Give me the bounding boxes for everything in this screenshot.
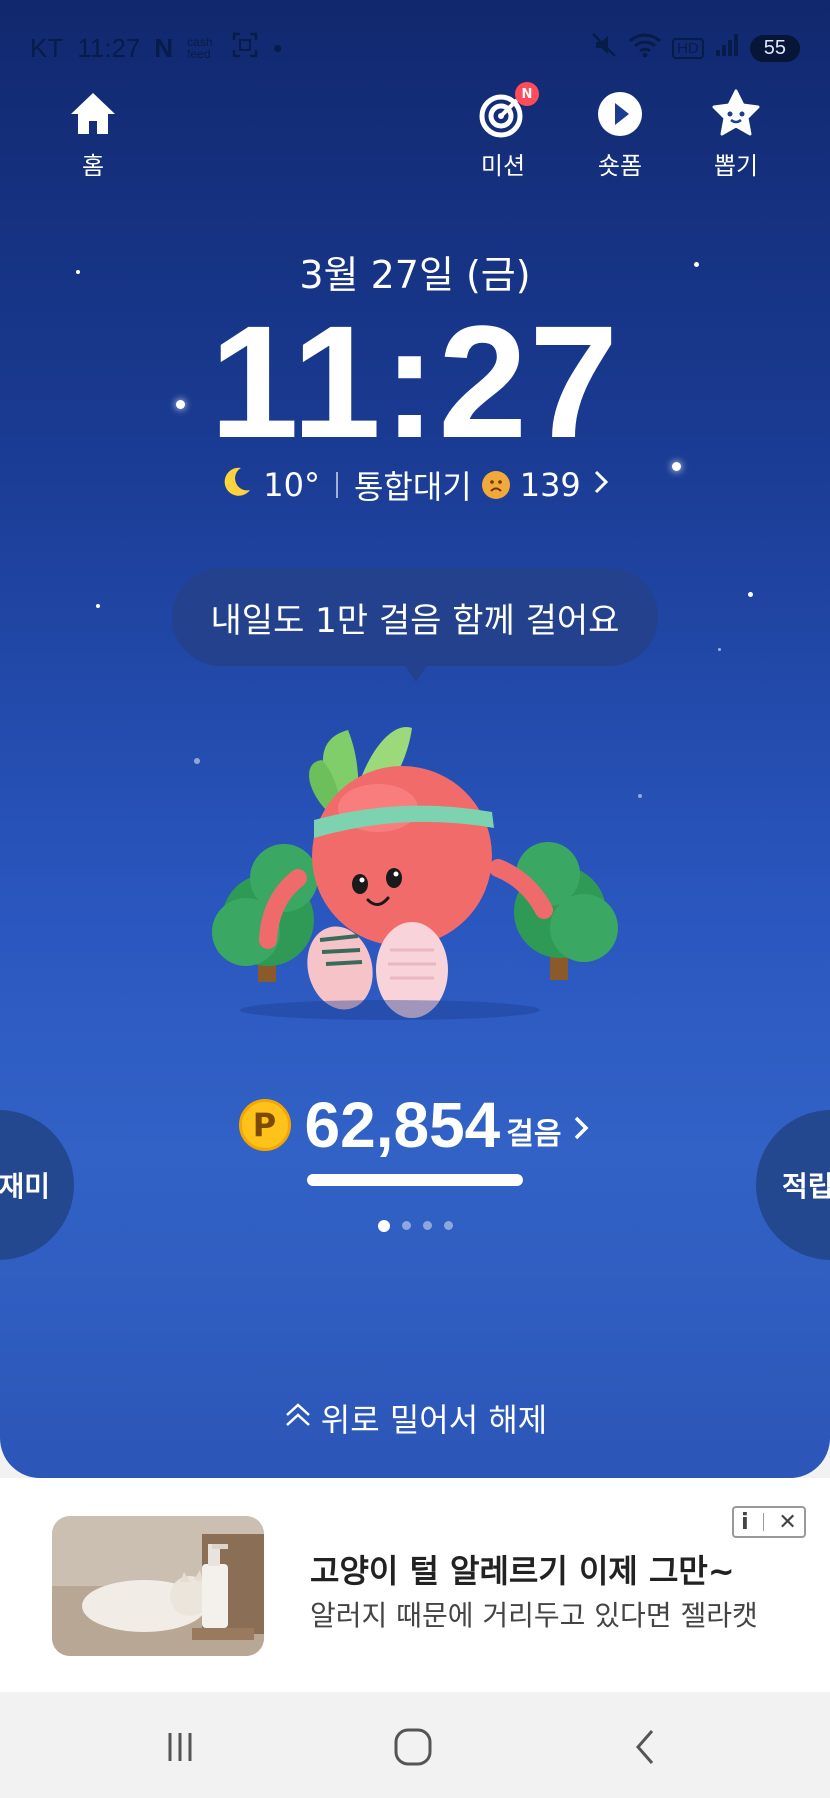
star-decoration: [96, 604, 100, 608]
hd-icon: HD: [672, 37, 704, 59]
temperature: 10°: [263, 466, 320, 504]
steps-counter[interactable]: P 62,854 걸음: [0, 1088, 830, 1162]
nav-home[interactable]: 홈: [48, 88, 138, 181]
page-indicator: [0, 1220, 830, 1232]
radish-character-illustration[interactable]: [210, 700, 620, 1060]
star-decoration: [194, 758, 200, 764]
divider: [763, 1513, 765, 1531]
weather-row[interactable]: 10° 통합대기 139: [0, 462, 830, 508]
page-dot: [401, 1221, 411, 1230]
notification-dot: •: [273, 32, 283, 63]
target-icon: N: [477, 82, 539, 140]
star-decoration: [638, 794, 642, 798]
lockscreen: KT 11:27 N cash feed • HD 55 홈 N 미션 숏폼 뽑…: [0, 0, 830, 1478]
nav-draw-label: 뽑기: [713, 152, 759, 180]
steps-count: 62,854: [304, 1089, 501, 1161]
steps-unit: 걸음: [506, 1117, 562, 1152]
lockscreen-clock: 11:27: [209, 292, 621, 471]
side-button-earn-label: 적립: [782, 1170, 830, 1203]
double-chevron-up-icon: [283, 1399, 313, 1437]
air-quality-label: 통합대기: [353, 468, 472, 506]
ad-image[interactable]: [52, 1516, 264, 1656]
chevron-right-icon: [591, 466, 611, 504]
play-icon: [594, 88, 646, 140]
ad-banner[interactable]: 고양이 털 알레르기 이제 그만~ 알러지 때문에 거리두고 있다면 젤라캣 i…: [0, 1478, 830, 1692]
nav-mission-label: 미션: [480, 152, 526, 180]
recent-apps-icon: [168, 1733, 192, 1761]
steps-progress-bar: [307, 1174, 523, 1186]
speech-bubble: 내일도 1만 걸음 함께 걸어요: [172, 568, 658, 682]
unlock-text: 위로 밀어서 해제: [320, 1401, 548, 1439]
nav-draw[interactable]: 뽑기: [691, 88, 781, 181]
status-bar: KT 11:27 N cash feed • HD 55: [30, 28, 800, 68]
ad-close-button[interactable]: ✕: [778, 1510, 796, 1535]
status-time: 11:27: [77, 32, 141, 63]
system-navigation-bar: [0, 1692, 830, 1798]
nav-shortform-label: 숏폼: [597, 152, 643, 180]
ad-title[interactable]: 고양이 털 알레르기 이제 그만~: [310, 1546, 735, 1592]
sad-face-icon: [481, 471, 510, 499]
battery-indicator: 55: [749, 34, 800, 62]
back-icon: [636, 1730, 654, 1764]
back-button[interactable]: [616, 1722, 676, 1772]
mute-icon: [590, 31, 618, 66]
top-nav: 홈 N 미션 숏폼 뽑기: [0, 82, 830, 188]
page-dot: [422, 1221, 432, 1230]
nav-mission[interactable]: N 미션: [458, 82, 548, 181]
ad-info-button[interactable]: i: [741, 1510, 749, 1535]
screenshot-icon: [231, 31, 259, 66]
divider: [335, 472, 338, 498]
home-button[interactable]: [383, 1722, 443, 1772]
page-dot: [377, 1220, 390, 1232]
chevron-right-icon: [571, 1113, 591, 1147]
signal-icon: [714, 32, 740, 65]
nav-shortform[interactable]: 숏폼: [575, 88, 665, 181]
netflix-icon: N: [154, 32, 174, 63]
page-dot: [443, 1221, 453, 1230]
star-decoration: [748, 592, 753, 597]
carrier-label: KT: [30, 32, 64, 63]
wifi-icon: [628, 31, 662, 66]
air-quality-value: 139: [519, 466, 581, 504]
home-icon: [67, 88, 119, 140]
point-coin-icon: P: [238, 1099, 291, 1151]
home-circle-icon: [394, 1728, 432, 1766]
steps-progress-fill: [307, 1174, 523, 1186]
swipe-to-unlock[interactable]: 위로 밀어서 해제: [0, 1395, 830, 1441]
moon-icon: [219, 464, 253, 506]
side-button-fun-label: 재미: [0, 1170, 50, 1203]
nav-home-label: 홈: [81, 152, 105, 180]
recent-apps-button[interactable]: [150, 1722, 210, 1772]
ad-description[interactable]: 알러지 때문에 거리두고 있다면 젤라캣: [310, 1594, 758, 1634]
star-face-icon: [710, 88, 762, 140]
mission-badge: N: [515, 82, 539, 106]
cashfeed-icon: cash feed: [187, 35, 213, 61]
star-decoration: [718, 648, 721, 651]
ad-controls: i ✕: [732, 1506, 806, 1538]
